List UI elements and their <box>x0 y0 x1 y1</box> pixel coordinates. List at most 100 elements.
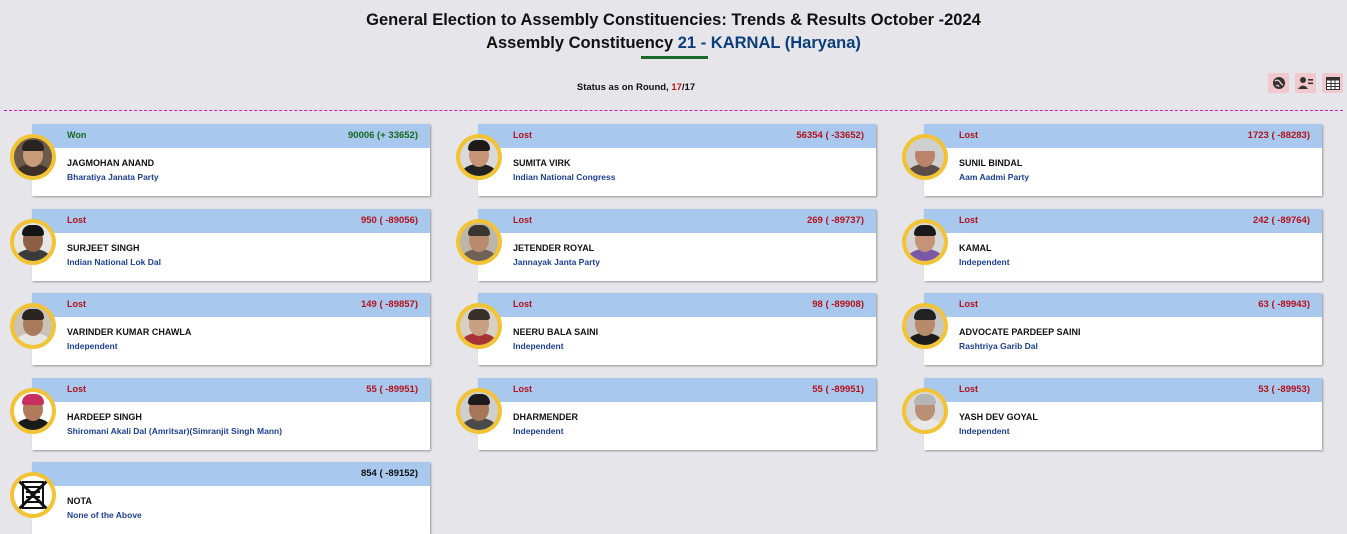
vote-count: 242 ( -89764) <box>1252 215 1310 226</box>
vote-count: 854 ( -89152) <box>360 468 418 479</box>
candidate-card-header: Lost 950 ( -89056) <box>32 209 430 233</box>
result-status: Lost <box>513 215 532 225</box>
candidate-card-body: Lost 269 ( -89737) JETENDER ROYAL Jannayak … <box>478 209 876 281</box>
candidate-card: Lost 98 ( -89908) NEERU BALA SAINI Independ… <box>454 293 876 365</box>
party-name: Independent <box>513 426 564 436</box>
party-name: Independent <box>959 426 1010 436</box>
result-status: Lost <box>513 299 532 309</box>
result-status: Lost <box>67 299 86 309</box>
candidate-card-header: Lost 63 ( -89943) <box>924 293 1322 317</box>
candidate-photo <box>10 388 56 434</box>
candidate-card-header: Lost 149 ( -89857) <box>32 293 430 317</box>
candidate-name: SUMITA VIRK <box>513 158 571 168</box>
candidate-card: Lost 55 ( -89951) DHARMENDER Independent <box>454 378 876 450</box>
vote-count: 55 ( -89951) <box>366 384 418 395</box>
result-status: Lost <box>959 384 978 394</box>
result-status: Lost <box>513 130 532 140</box>
candidate-card-header: 854 ( -89152) <box>32 462 430 486</box>
vote-count: 55 ( -89951) <box>812 384 864 395</box>
result-status: Lost <box>67 384 86 394</box>
candidate-card-body: Lost 56354 ( -33652) SUMITA VIRK Indian Nat… <box>478 124 876 196</box>
page-title: General Election to Assembly Constituenc… <box>366 11 981 29</box>
result-status: Lost <box>959 215 978 225</box>
user-list-icon[interactable] <box>1295 73 1316 93</box>
constituency-title: Assembly Constituency 21 - KARNAL (Harya… <box>0 34 1347 53</box>
party-name: Independent <box>513 341 564 351</box>
party-name: Aam Aadmi Party <box>959 172 1030 182</box>
candidate-card: Lost 950 ( -89056) SURJEET SINGH Indian Nat… <box>8 209 430 281</box>
candidate-name: KAMAL <box>959 243 992 253</box>
total-rounds: /17 <box>681 82 696 93</box>
candidate-card-body: Lost 53 ( -89953) YASH DEV GOYAL Independen… <box>924 378 1322 450</box>
candidate-name: YASH DEV GOYAL <box>959 412 1038 422</box>
nota-symbol-icon <box>10 472 56 518</box>
vote-count: 90006 (+ 33652) <box>348 130 418 141</box>
party-name: Bharatiya Janata Party <box>67 172 159 182</box>
candidate-card-body: Lost 950 ( -89056) SURJEET SINGH Indian Nat… <box>32 209 430 281</box>
candidate-photo <box>456 388 502 434</box>
result-status: Won <box>67 130 87 140</box>
vote-count: 53 ( -89953) <box>1258 384 1310 395</box>
candidate-card-body: Lost 98 ( -89908) NEERU BALA SAINI Independ… <box>478 293 876 365</box>
candidate-card: Lost 269 ( -89737) JETENDER ROYAL Jannayak … <box>454 209 876 281</box>
candidate-name: JAGMOHAN ANAND <box>67 158 155 168</box>
party-name: Independent <box>959 257 1010 267</box>
candidate-name: VARINDER KUMAR CHAWLA <box>67 327 192 337</box>
vote-count: 1723 ( -88283) <box>1247 130 1310 141</box>
candidate-card-body: Lost 63 ( -89943) ADVOCATE PARDEEP SAINI Ra… <box>924 293 1322 365</box>
vote-count: 56354 ( -33652) <box>796 130 864 141</box>
vote-count: 149 ( -89857) <box>360 299 418 310</box>
candidate-card: Lost 242 ( -89764) KAMAL Independent <box>900 209 1322 281</box>
party-name: Shiromani Akali Dal (Amritsar)(Simranjit… <box>67 426 283 436</box>
candidate-card-header: Lost 1723 ( -88283) <box>924 124 1322 148</box>
candidate-photo <box>10 303 56 349</box>
party-name: Indian National Lok Dal <box>67 257 161 267</box>
candidate-card-body: Lost 149 ( -89857) VARINDER KUMAR CHAWLA In… <box>32 293 430 365</box>
table-icon[interactable] <box>1322 73 1343 93</box>
candidate-name: SURJEET SINGH <box>67 243 140 253</box>
candidate-card: 854 ( -89152) NOTA None of the Above <box>8 462 430 534</box>
result-status: Lost <box>959 299 978 309</box>
candidate-card: Lost 56354 ( -33652) SUMITA VIRK Indian Nat… <box>454 124 876 196</box>
party-name: None of the Above <box>67 510 142 520</box>
toolbar <box>1268 73 1343 93</box>
candidate-name: NEERU BALA SAINI <box>513 327 599 337</box>
party-name: Jannayak Janta Party <box>513 257 600 267</box>
candidate-photo <box>902 134 948 180</box>
result-status: Lost <box>959 130 978 140</box>
candidate-photo <box>456 134 502 180</box>
constituency-number: 21 <box>677 34 697 52</box>
candidate-card: Lost 149 ( -89857) VARINDER KUMAR CHAWLA In… <box>8 293 430 365</box>
vote-count: 950 ( -89056) <box>360 215 418 226</box>
candidate-card: Lost 1723 ( -88283) SUNIL BINDAL Aam Aadmi … <box>900 124 1322 196</box>
party-name: Indian National Congress <box>513 172 616 182</box>
constituency-name: KARNAL <box>710 34 781 52</box>
candidate-card: Won 90006 (+ 33652) JAGMOHAN ANAND Bharatiy… <box>8 124 430 196</box>
candidate-card-body: Lost 242 ( -89764) KAMAL Independent <box>924 209 1322 281</box>
candidate-card-body: Lost 55 ( -89951) HARDEEP SINGH Shiromani A… <box>32 378 430 450</box>
candidate-photo <box>10 134 56 180</box>
globe-icon[interactable] <box>1268 73 1289 93</box>
candidate-photo <box>10 219 56 265</box>
vote-count: 63 ( -89943) <box>1258 299 1310 310</box>
constituency-separator: - <box>700 34 707 52</box>
candidate-name: SUNIL BINDAL <box>959 158 1023 168</box>
vote-count: 98 ( -89908) <box>812 299 864 310</box>
candidate-name: JETENDER ROYAL <box>513 243 595 253</box>
result-status: Lost <box>67 215 86 225</box>
candidate-card: Lost 53 ( -89953) YASH DEV GOYAL Independen… <box>900 378 1322 450</box>
candidate-card-body: 854 ( -89152) NOTA None of the Above <box>32 462 430 534</box>
candidate-name: ADVOCATE PARDEEP SAINI <box>959 327 1081 337</box>
round-status-label: Status as on Round, <box>576 82 669 93</box>
candidate-card: Lost 63 ( -89943) ADVOCATE PARDEEP SAINI Ra… <box>900 293 1322 365</box>
current-round: 17 <box>671 82 682 93</box>
candidate-card-header: Lost 56354 ( -33652) <box>478 124 876 148</box>
candidate-card-body: Lost 55 ( -89951) DHARMENDER Independent <box>478 378 876 450</box>
candidate-card-header: Won 90006 (+ 33652) <box>32 124 430 148</box>
candidate-photo <box>902 303 948 349</box>
section-divider <box>4 110 1343 111</box>
candidate-card-header: Lost 55 ( -89951) <box>32 378 430 402</box>
party-name: Independent <box>67 341 118 351</box>
candidate-card-header: Lost 98 ( -89908) <box>478 293 876 317</box>
round-status: Status as on Round, 17/17 <box>0 82 1272 93</box>
